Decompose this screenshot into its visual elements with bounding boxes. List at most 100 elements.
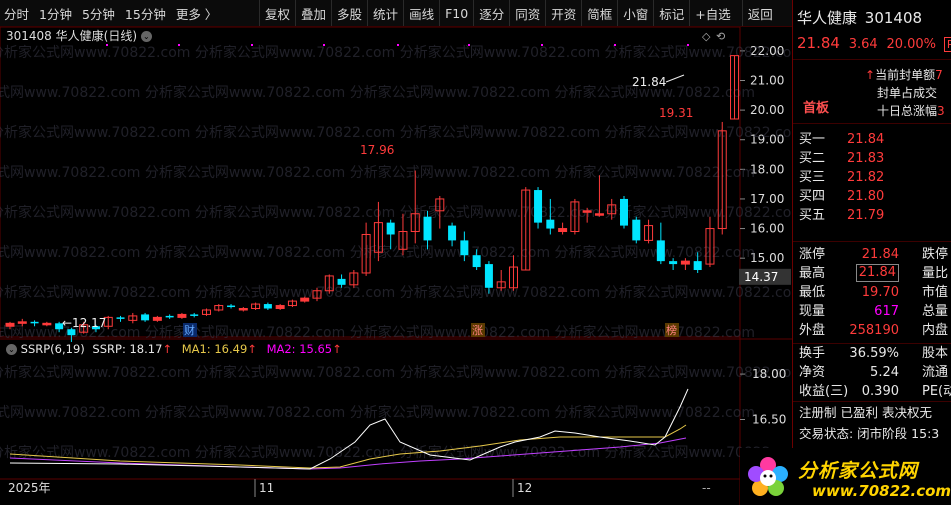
multi-stock-button[interactable]: 多股 <box>331 0 367 26</box>
chart-area[interactable]: 22.00 21.00 20.00 19.00 18.00 17.00 16.00 15.00… <box>0 27 792 505</box>
panel-title: 华人健康 301408 <box>797 8 922 28</box>
date-label-year: 2025年 <box>8 481 51 495</box>
candle-body-up <box>152 316 162 321</box>
bid-row[interactable]: 买五 21.79 <box>799 206 884 226</box>
candle-body-down <box>656 240 665 262</box>
period-tab-1min[interactable]: 1分钟 <box>39 4 72 23</box>
candle-body-down <box>534 190 543 223</box>
bid-label: 买一 <box>799 132 826 147</box>
watermark-text: 分析家公式网www.70822.com 分析家公式网www.70822.com … <box>0 404 755 421</box>
panel-pct: 20.00% <box>886 37 937 52</box>
candle-body-down <box>693 261 702 271</box>
r-badge: R <box>943 37 951 52</box>
fin-row: 净资 5.24 流通 <box>799 363 949 383</box>
top-dot-marker <box>397 44 399 46</box>
fin-row: 换手 36.59% 股本 <box>799 344 949 364</box>
simple-frame-button[interactable]: 简框 <box>581 0 617 26</box>
stat-value: 21.84 <box>855 264 899 282</box>
date-axis-dash: -- <box>702 481 711 495</box>
panel-price: 21.84 <box>797 34 840 52</box>
stat-value: 21.84 <box>861 247 899 262</box>
small-window-button[interactable]: 小窗 <box>617 0 653 26</box>
panel-stock-code: 301408 <box>864 9 923 27</box>
date-label-dec: 12 <box>517 481 532 495</box>
period-tabs: 分时 1分钟 5分钟 15分钟 更多 〉 <box>4 0 227 26</box>
period-tab-fenshi[interactable]: 分时 <box>4 4 29 23</box>
peak-label: 17.96 <box>360 143 394 157</box>
stat-right-label: 总量 <box>922 304 949 319</box>
chevron-down-icon[interactable]: ⌄ <box>6 344 17 355</box>
top-dot-marker <box>468 44 470 46</box>
fin-right-label: 股本 <box>922 346 949 361</box>
stat-label: 最低 <box>799 285 826 300</box>
chart-code: 301408 <box>6 29 52 43</box>
watermark-text: 分析家公式网www.70822.com 分析家公式网www.70822.com … <box>0 324 755 341</box>
price-tick-label: 21.00 <box>750 73 784 87</box>
candle-body-down <box>669 261 678 265</box>
bid-price: 21.83 <box>847 151 885 166</box>
watermark-text: 分析家公式网www.70822.com 分析家公式网www.70822.com … <box>0 284 792 301</box>
by-minute-button[interactable]: 逐分 <box>473 0 509 26</box>
watermark-text: 分析家公式网www.70822.com 分析家公式网www.70822.com … <box>0 124 792 141</box>
chart-title: 301408 华人健康(日线) ⌄ <box>6 27 152 45</box>
ma2-value: MA2: 15.65 <box>266 342 333 356</box>
tongzi-button[interactable]: 同资 <box>509 0 545 26</box>
candle-body-up <box>300 297 310 302</box>
chevron-down-icon[interactable]: ⌄ <box>140 31 152 42</box>
back-button[interactable]: 返回 <box>741 0 778 26</box>
period-tab-15min[interactable]: 15分钟 <box>125 4 166 23</box>
stat-right-label: 量比 <box>922 266 949 281</box>
watermark-text: 分析家公式网www.70822.com 分析家公式网www.70822.com … <box>0 164 755 181</box>
candle-body-up <box>42 322 52 326</box>
fuquan-button[interactable]: 复权 <box>259 0 295 26</box>
bid-label: 买二 <box>799 151 826 166</box>
stats-button[interactable]: 统计 <box>367 0 403 26</box>
ma1-value: MA1: 16.49 <box>181 342 248 356</box>
board-info: ↑当前封单额7 封单占成交 十日总涨幅3 <box>865 68 945 118</box>
mark-button[interactable]: 标记 <box>653 0 689 26</box>
bid-row[interactable]: 买一 21.84 <box>799 130 884 150</box>
kaizi-button[interactable]: 开资 <box>545 0 581 26</box>
stat-row: 最低 19.70 市值 <box>799 283 949 303</box>
candle-body-down <box>546 219 555 229</box>
first-board-tag: 首板 <box>803 101 830 116</box>
period-tab-5min[interactable]: 5分钟 <box>82 4 115 23</box>
candle-body-up <box>275 305 285 310</box>
draw-line-button[interactable]: 画线 <box>403 0 439 26</box>
period-more-button[interactable]: 更多 〉 <box>176 4 217 23</box>
add-watchlist-button[interactable]: +自选 <box>689 0 735 26</box>
event-marker-2: 涨 <box>472 324 483 337</box>
candle-body-down <box>337 278 346 285</box>
kline-chart[interactable]: 22.0021.0020.0019.0018.0017.0016.0015.00… <box>0 27 792 505</box>
candle-body-down <box>227 305 236 308</box>
bid-price: 21.84 <box>847 132 885 147</box>
reg-info: 注册制 已盈利 表决权无 <box>799 405 932 420</box>
overlay-button[interactable]: 叠加 <box>295 0 331 26</box>
candle-body-down <box>116 317 125 319</box>
bid-row[interactable]: 买三 21.82 <box>799 168 884 188</box>
bid-row[interactable]: 买四 21.80 <box>799 187 884 207</box>
candle-body-up <box>17 321 27 324</box>
price-tick-label: 15.00 <box>750 251 784 265</box>
high-price-arrow <box>665 74 685 83</box>
bid-price: 21.80 <box>847 189 885 204</box>
candle-body-up <box>680 260 690 265</box>
stat-right-label: 内盘 <box>922 323 949 338</box>
refresh-icon: ⟲ <box>716 30 725 43</box>
bid-price: 21.82 <box>847 170 885 185</box>
candle-body-down <box>423 216 432 241</box>
indicator-name: SSRP(6,19) <box>20 342 85 356</box>
indicator-title: ⌄ SSRP(6,19) SSRP: 18.17↑ MA1: 16.49↑ MA… <box>6 341 342 357</box>
date-label-nov: 11 <box>259 481 274 495</box>
panel-price-row: 21.84 3.64 20.00% R <box>797 33 951 53</box>
candle-body-down <box>448 225 457 241</box>
logo-title: 分析家公式网 <box>798 460 919 482</box>
top-dot-marker <box>251 44 253 46</box>
fin-label: 换手 <box>799 346 826 361</box>
candle-body-up <box>558 228 568 233</box>
watermark-text: 分析家公式网www.70822.com 分析家公式网www.70822.com … <box>0 44 792 61</box>
bid-row[interactable]: 买二 21.83 <box>799 149 884 169</box>
f10-button[interactable]: F10 <box>439 0 473 26</box>
panel-stock-name: 华人健康 <box>797 9 858 27</box>
candle-body-down <box>620 198 628 226</box>
